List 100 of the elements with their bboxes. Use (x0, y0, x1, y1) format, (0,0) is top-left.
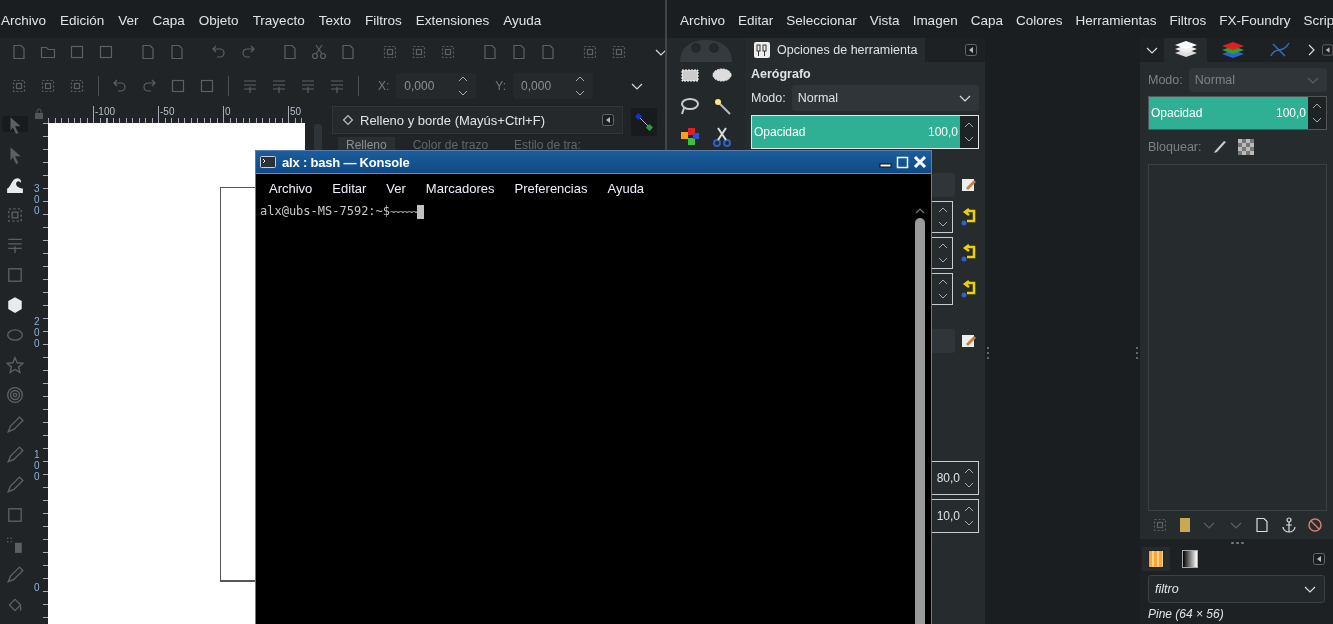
menu-item[interactable]: Capa (145, 12, 192, 28)
menu-item[interactable]: Objeto (191, 12, 246, 28)
cut-icon[interactable] (311, 44, 327, 60)
reset-icon[interactable] (959, 244, 977, 262)
mode-label: Modo: (1148, 73, 1183, 87)
redo-icon[interactable] (240, 44, 256, 60)
terminal-prompt: alx@ubs-MS-7592:~$ (260, 204, 391, 218)
menu-item[interactable]: Marcadores (418, 180, 502, 196)
paint-bucket-icon (341, 113, 355, 127)
menu-item[interactable]: Trayecto (245, 12, 312, 28)
text-cursor (416, 205, 424, 219)
scissors-icon[interactable] (711, 126, 733, 148)
ruler-label: 0 (223, 106, 231, 118)
delete-icon[interactable] (1307, 517, 1323, 533)
collapse-icon[interactable] (1313, 553, 1325, 565)
paint-bucket-icon[interactable] (6, 596, 24, 614)
edit-icon[interactable] (961, 177, 977, 193)
rotate-right-icon[interactable] (141, 78, 157, 94)
cube-tool-icon[interactable] (6, 296, 24, 314)
collapse-icon[interactable] (965, 44, 977, 56)
checkerboard-icon[interactable] (1237, 139, 1254, 155)
ruler-label: -50 (158, 106, 175, 118)
terminal-input[interactable]: ~~~~~~ (390, 204, 417, 221)
close-icon[interactable] (913, 155, 927, 169)
rotate-left-icon[interactable] (112, 78, 128, 94)
menu-item[interactable]: Vista (863, 12, 907, 28)
coordinate-field[interactable]: 0,000 (513, 73, 594, 99)
menu-item[interactable]: Capa (964, 12, 1010, 28)
pattern-name: Pine (64 × 56) (1147, 606, 1225, 623)
gradient-icon (1182, 550, 1198, 568)
star-tool-icon[interactable] (6, 356, 24, 374)
menu-item[interactable]: Editar (325, 180, 374, 196)
terminal-icon (260, 156, 276, 168)
coordinate-label: Y: (495, 79, 507, 93)
pencil-tool-icon[interactable] (6, 416, 24, 434)
ruler-label: 100 (34, 449, 41, 482)
brush-icon[interactable] (1211, 139, 1228, 155)
filter-dropdown[interactable]: filtro (1148, 575, 1325, 603)
coordinate-label: X: (378, 79, 390, 93)
pen-tool-icon[interactable] (6, 446, 24, 464)
panel-title: Relleno y borde (Mayús+Ctrl+F) (360, 112, 545, 128)
lock-icon[interactable] (34, 108, 44, 120)
menu-item[interactable]: Texto (311, 12, 358, 28)
reset-icon[interactable] (959, 280, 977, 298)
duplicate-icon[interactable] (1254, 517, 1270, 533)
menu-item[interactable]: Filtros (1163, 12, 1213, 28)
menu-item[interactable]: Extensiones (408, 12, 497, 28)
ruler-label: 0 (34, 582, 41, 593)
menu-item[interactable]: Herramientas (1068, 12, 1163, 28)
coordinate-field[interactable]: 0,000 (396, 73, 477, 99)
spiral-tool-icon[interactable] (6, 386, 24, 404)
resize-handle[interactable] (987, 346, 989, 359)
collapse-icon[interactable] (1321, 44, 1333, 56)
undo-icon[interactable] (211, 44, 227, 60)
ruler-label: 300 (34, 183, 41, 216)
menu-item[interactable]: Edición (53, 12, 112, 28)
window-title: alx : bash — Konsole (282, 154, 410, 170)
tweak-tool-icon[interactable] (6, 176, 24, 194)
menu-item[interactable]: Scrip (1297, 12, 1333, 28)
ruler-label: 50 (288, 106, 302, 118)
reset-icon[interactable] (959, 208, 977, 226)
maximize-icon[interactable] (896, 155, 909, 169)
scroll-up-icon[interactable] (914, 206, 926, 216)
color-select-icon[interactable] (679, 126, 701, 148)
collapse-icon[interactable] (602, 114, 614, 126)
menu-item[interactable]: Ayuda (496, 12, 549, 28)
menu-item[interactable]: Archivo (667, 12, 732, 28)
menu-item[interactable]: Archivo (262, 180, 320, 196)
tool-name: Aerógrafo (751, 67, 812, 81)
mode-dropdown[interactable]: Normal (791, 85, 979, 111)
tab[interactable] (1142, 547, 1170, 571)
menu-item[interactable]: Seleccionar (779, 12, 864, 28)
resize-handle[interactable] (1136, 346, 1138, 359)
menu-item[interactable]: Imagen (906, 12, 965, 28)
fill-stroke-button[interactable] (631, 108, 657, 136)
anchor-icon[interactable] (1280, 517, 1297, 533)
menu-item[interactable]: Ver (379, 180, 413, 196)
layer-group-icon[interactable] (1178, 517, 1191, 533)
new-document-icon[interactable] (11, 44, 27, 60)
ruler-label: -100 (93, 106, 115, 118)
menu-item[interactable]: Colores (1009, 12, 1069, 28)
open-folder-icon[interactable] (40, 44, 56, 60)
menu-item[interactable]: Archivo (0, 12, 53, 28)
scrollbar[interactable] (915, 218, 925, 624)
rectangle-tool-icon[interactable] (6, 266, 24, 284)
edit-icon[interactable] (961, 333, 977, 349)
ellipse-tool-icon[interactable] (6, 326, 24, 344)
lasso-icon[interactable] (679, 95, 701, 117)
menu-item[interactable]: Ayuda (600, 180, 652, 196)
menu-item[interactable]: Ver (111, 12, 146, 28)
spray-tool-icon[interactable] (6, 536, 24, 554)
calligraphy-tool-icon[interactable] (6, 476, 24, 494)
menu-item[interactable]: Editar (731, 12, 780, 28)
tab[interactable]: Opciones de herramienta (745, 38, 926, 62)
menu-item[interactable]: Preferencias (507, 180, 595, 196)
tab[interactable] (1164, 38, 1208, 62)
menu-item[interactable]: FX-Foundry (1212, 12, 1298, 28)
lock-label: Bloquear: (1148, 140, 1202, 154)
pattern-icon (1148, 550, 1164, 568)
menu-item[interactable]: Filtros (357, 12, 409, 28)
